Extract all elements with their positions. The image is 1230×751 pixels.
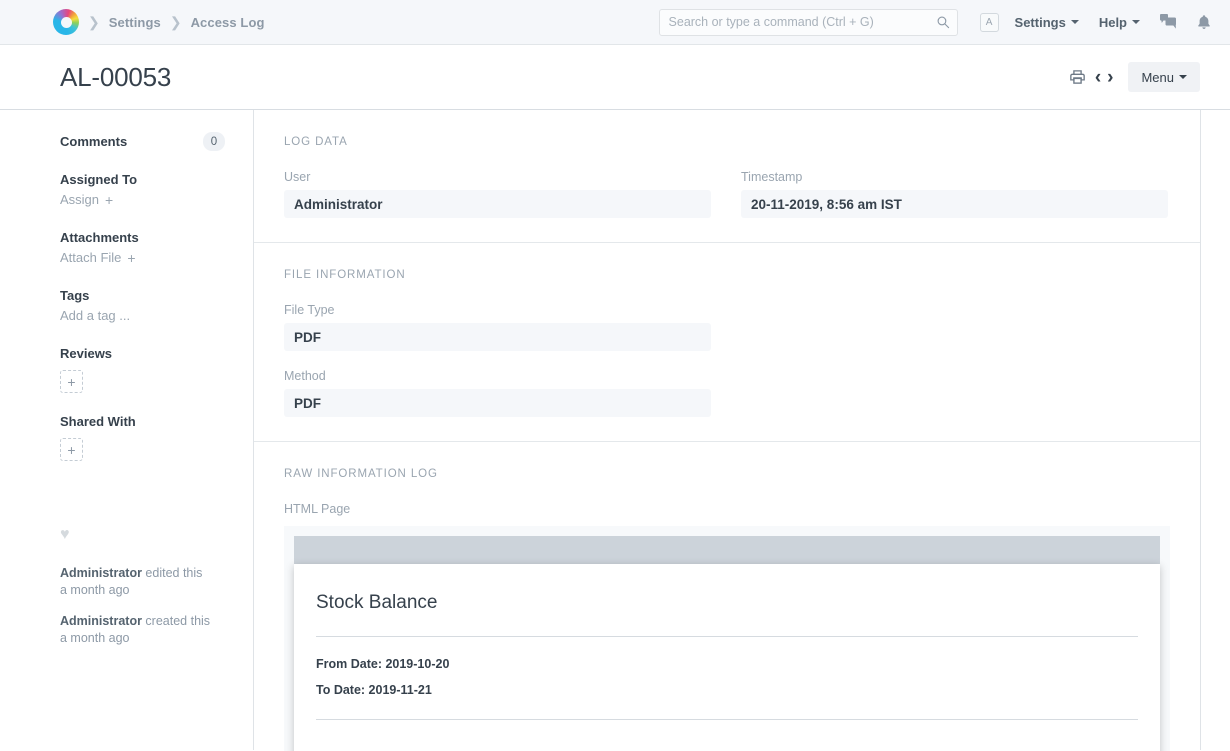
attach-file-button-label: Attach File [60,250,121,265]
search-icon [936,15,950,29]
attach-file-button[interactable]: Attach File + [60,250,136,265]
main-content: LOG DATA User Administrator Timestamp 20… [253,110,1201,750]
field-user: User Administrator [284,170,711,218]
section-file-information-label: FILE INFORMATION [284,269,1170,281]
navbar-menu-settings-label: Settings [1015,15,1066,30]
breadcrumb-separator-icon: ❯ [170,15,182,29]
assign-button-label: Assign [60,192,99,207]
section-raw-information-log: RAW INFORMATION LOG HTML Page Stock Bala… [254,442,1200,751]
activity-item: Administrator edited this a month ago [60,565,225,599]
sidebar-reviews-label: Reviews [60,346,225,361]
chevron-down-icon [1132,20,1140,24]
chevron-down-icon [1071,20,1079,24]
chevron-down-icon [1179,75,1187,79]
field-timestamp: Timestamp 20-11-2019, 8:56 am IST [741,170,1168,218]
navbar-menu-help-label: Help [1099,15,1127,30]
page-title: AL-00053 [60,62,171,93]
sidebar-attachments-label: Attachments [60,230,225,245]
sidebar-tags-label: Tags [60,288,225,303]
page-header: AL-00053 ‹ › Menu [0,45,1230,110]
activity-time: a month ago [60,583,130,597]
field-file-type-value[interactable]: PDF [284,323,711,351]
navbar-left: ❯ Settings ❯ Access Log [0,9,265,35]
field-timestamp-value[interactable]: 20-11-2019, 8:56 am IST [741,190,1168,218]
field-user-label: User [284,170,711,184]
section-file-information: FILE INFORMATION File Type PDF Method PD… [254,243,1200,442]
sidebar-comments[interactable]: Comments 0 [60,132,225,151]
menu-button[interactable]: Menu [1128,62,1200,92]
file-information-empty-column [741,303,1168,417]
field-user-value[interactable]: Administrator [284,190,711,218]
sidebar-reviews: Reviews + [60,346,225,393]
breadcrumb-access-log[interactable]: Access Log [191,15,265,30]
preview-toolbar-strip [294,536,1160,566]
plus-icon: + [105,193,113,207]
activity-user: Administrator [60,566,142,580]
add-tag-input[interactable]: Add a tag ... [60,308,130,323]
menu-button-label: Menu [1141,70,1174,85]
section-log-data: LOG DATA User Administrator Timestamp 20… [254,110,1200,243]
activity-action: edited this [142,566,202,580]
sidebar-assigned-to-label: Assigned To [60,172,225,187]
add-review-button[interactable]: + [60,370,83,393]
preview-divider [316,636,1138,637]
search-box[interactable] [659,9,958,36]
sidebar-comments-count: 0 [203,132,225,151]
activity-time: a month ago [60,631,130,645]
activity-action: created this [142,614,210,628]
field-file-type: File Type PDF [284,303,711,351]
field-timestamp-label: Timestamp [741,170,1168,184]
bell-icon[interactable] [1196,14,1212,31]
sidebar-tags: Tags Add a tag ... [60,288,225,325]
preview-title: Stock Balance [316,592,1138,614]
html-page-label: HTML Page [284,502,1170,516]
sidebar-attachments: Attachments Attach File + [60,230,225,267]
sidebar: Comments 0 Assigned To Assign + Attachme… [0,110,253,750]
navbar-menu-help[interactable]: Help [1099,15,1140,30]
field-method: Method PDF [284,369,711,417]
plus-icon: + [127,251,135,265]
add-shared-user-button[interactable]: + [60,438,83,461]
breadcrumb-settings[interactable]: Settings [109,15,161,30]
field-method-label: Method [284,369,711,383]
prev-record-button[interactable]: ‹ [1092,68,1104,87]
preview-to-date: To Date: 2019-11-21 [316,683,1138,697]
activity-item: Administrator created this a month ago [60,613,225,647]
heart-icon[interactable]: ♥ [60,527,225,543]
activity-user: Administrator [60,614,142,628]
preview-from-date: From Date: 2019-10-20 [316,657,1138,671]
file-information-fields: File Type PDF Method PDF [284,303,711,417]
sidebar-assigned-to: Assigned To Assign + [60,172,225,209]
sidebar-shared-with-label: Shared With [60,414,225,429]
sidebar-shared-with: Shared With + [60,414,225,461]
avatar[interactable]: A [980,13,999,32]
next-record-button[interactable]: › [1104,68,1116,87]
chat-icon[interactable] [1160,14,1178,30]
preview-divider [316,719,1138,720]
page-header-actions: ‹ › Menu [1063,62,1200,92]
html-page-preview[interactable]: Stock Balance From Date: 2019-10-20 To D… [284,526,1170,751]
section-log-data-label: LOG DATA [284,136,1170,148]
preview-document: Stock Balance From Date: 2019-10-20 To D… [294,564,1160,751]
assign-button[interactable]: Assign + [60,192,113,207]
field-file-type-label: File Type [284,303,711,317]
page-body: Comments 0 Assigned To Assign + Attachme… [0,110,1230,750]
breadcrumb-separator-icon: ❯ [88,15,100,29]
sidebar-comments-label: Comments [60,134,127,149]
navbar-menu-settings[interactable]: Settings [1015,15,1079,30]
frappe-logo-icon[interactable] [53,9,79,35]
section-raw-information-log-label: RAW INFORMATION LOG [284,468,1170,480]
navbar: ❯ Settings ❯ Access Log A Settings Help [0,0,1230,45]
navbar-right: A Settings Help [659,9,1216,36]
print-icon[interactable] [1063,68,1092,86]
field-method-value[interactable]: PDF [284,389,711,417]
search-input[interactable] [659,9,958,36]
